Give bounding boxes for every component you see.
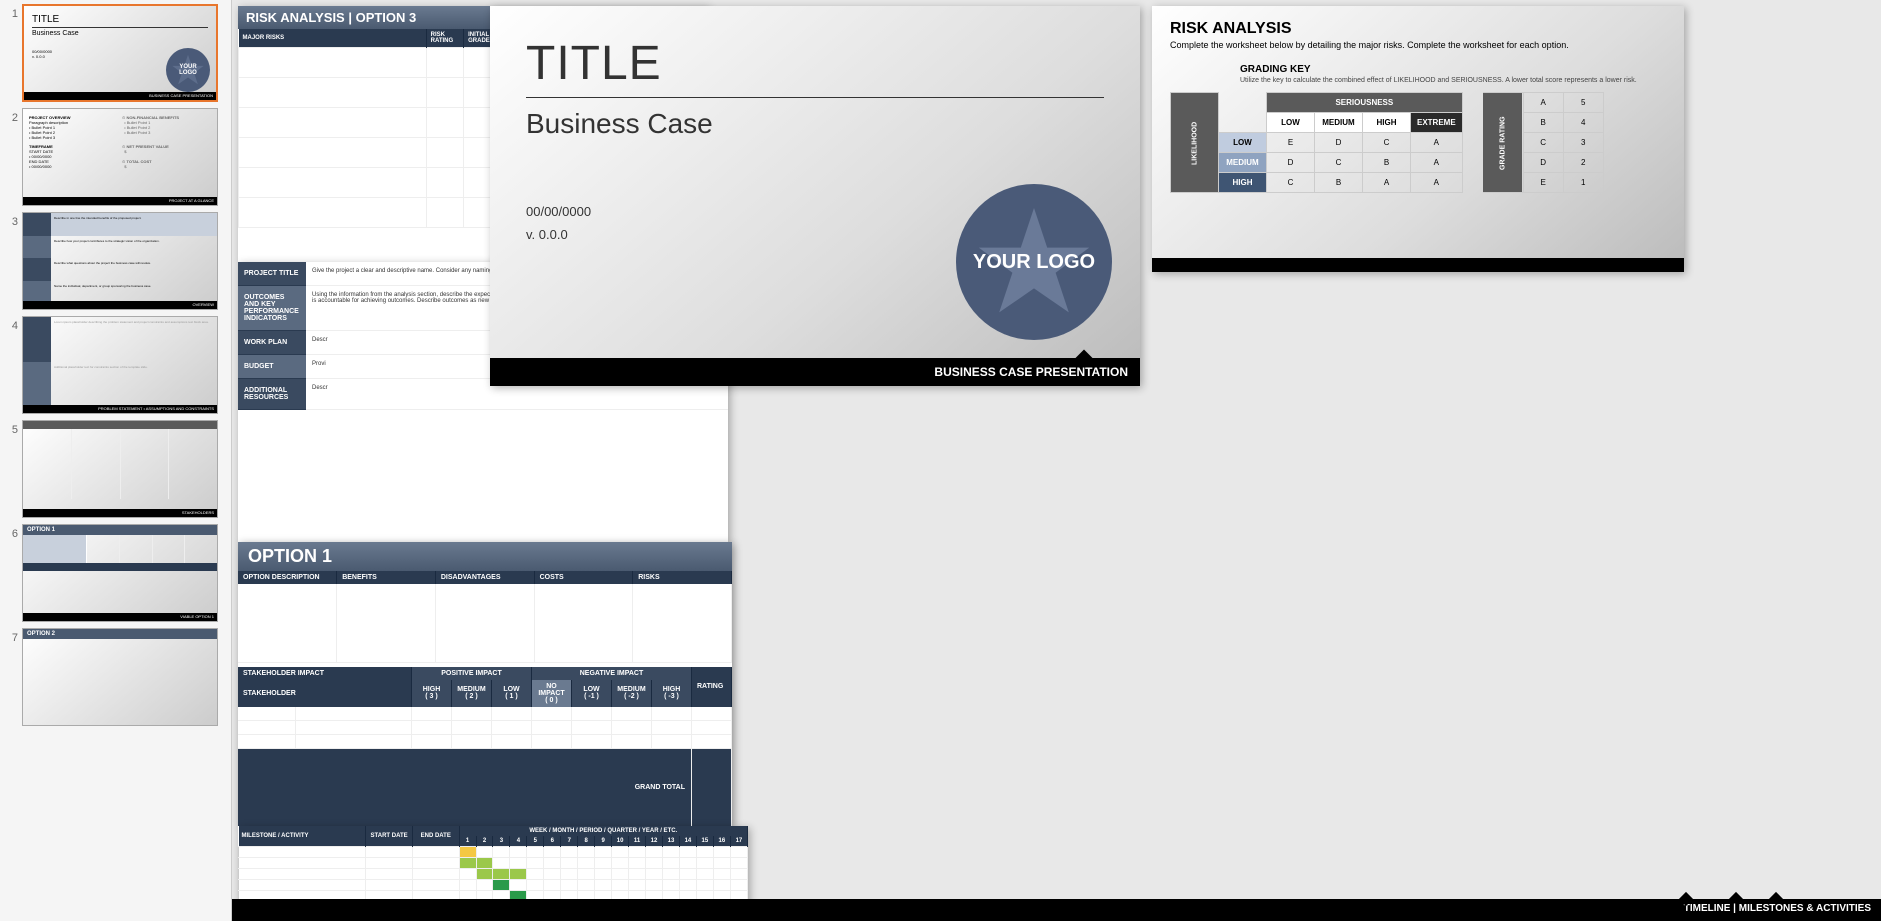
risk-title: RISK ANALYSIS	[1170, 20, 1666, 38]
thumb-row[interactable]: 1TITLEBusiness Case00/00/0000v. 0.0.0YOU…	[4, 4, 227, 102]
slide-thumbnail[interactable]: Lorem ipsum placeholder describing the p…	[22, 316, 218, 414]
slide-thumbnail[interactable]: STAKEHOLDERS	[22, 420, 218, 518]
grade-rating-table: GRADE RATINGA5B4C3D2E1	[1483, 92, 1604, 193]
slide-thumbnail[interactable]: TITLEBusiness Case00/00/0000v. 0.0.0YOUR…	[22, 4, 218, 102]
thumb-row[interactable]: 6OPTION 1VIABLE OPTION 1	[4, 524, 227, 622]
slide-timeline: MILESTONE / ACTIVITYSTART DATEEND DATEWE…	[238, 826, 748, 921]
grading-key-sub: Utilize the key to calculate the combine…	[1240, 77, 1666, 84]
stakeholder-table: STAKEHOLDER IMPACTPOSITIVE IMPACTNEGATIV…	[238, 667, 732, 828]
option-table: OPTION DESCRIPTIONBENEFITSDISADVANTAGESC…	[238, 571, 732, 663]
slide-title: TITLE Business Case 00/00/0000 v. 0.0.0 …	[490, 6, 1140, 386]
thumb-row[interactable]: 2PROJECT OVERVIEWParagraph description• …	[4, 108, 227, 206]
thumb-row[interactable]: 5STAKEHOLDERS	[4, 420, 227, 518]
thumb-row[interactable]: 4Lorem ipsum placeholder describing the …	[4, 316, 227, 414]
slide-risk-analysis: RISK ANALYSIS Complete the worksheet bel…	[1152, 6, 1684, 272]
slide-thumbnails-panel[interactable]: 1TITLEBusiness Case00/00/0000v. 0.0.0YOU…	[0, 0, 232, 921]
divider	[526, 97, 1104, 98]
slide-canvas: TITLE Business Case 00/00/0000 v. 0.0.0 …	[232, 0, 1881, 921]
main-title: TITLE	[526, 36, 1104, 91]
slide-footer: BUSINESS CASE PRESENTATION	[490, 358, 1140, 386]
thumb-number: 7	[4, 628, 18, 644]
thumb-row[interactable]: 7OPTION 2	[4, 628, 227, 726]
footer-text: BUSINESS CASE PRESENTATION	[490, 358, 1140, 386]
risk-sub: Complete the worksheet below by detailin…	[1170, 40, 1666, 50]
slide-thumbnail[interactable]: Describe in one line the intended benefi…	[22, 212, 218, 310]
thumb-number: 2	[4, 108, 18, 124]
slide-thumbnail[interactable]: OPTION 1VIABLE OPTION 1	[22, 524, 218, 622]
logo-placeholder: YOUR LOGO	[956, 184, 1112, 340]
thumb-number: 4	[4, 316, 18, 332]
risk-matrix-table: LIKELIHOODSERIOUSNESSLOWMEDIUMHIGHEXTREM…	[1170, 92, 1463, 193]
slide-footer: TIMELINE | MILESTONES & ACTIVITIES	[232, 899, 1881, 921]
slide-option1: OPTION 1 OPTION DESCRIPTIONBENEFITSDISAD…	[238, 542, 732, 826]
thumb-number: 1	[4, 4, 18, 20]
grading-key-title: GRADING KEY	[1240, 64, 1666, 75]
slide-thumbnail[interactable]: OPTION 2	[22, 628, 218, 726]
logo-text: YOUR LOGO	[973, 251, 1095, 273]
slide-footer	[1152, 258, 1684, 272]
risk3-title: RISK ANALYSIS | OPTION 3	[246, 10, 416, 25]
option-title: OPTION 1	[238, 542, 732, 571]
slide-thumbnail[interactable]: PROJECT OVERVIEWParagraph description• B…	[22, 108, 218, 206]
main-subtitle: Business Case	[526, 108, 1104, 140]
thumb-number: 3	[4, 212, 18, 228]
thumb-number: 5	[4, 420, 18, 436]
thumb-number: 6	[4, 524, 18, 540]
footer-text: TIMELINE | MILESTONES & ACTIVITIES	[1684, 903, 1871, 914]
thumb-row[interactable]: 3Describe in one line the intended benef…	[4, 212, 227, 310]
